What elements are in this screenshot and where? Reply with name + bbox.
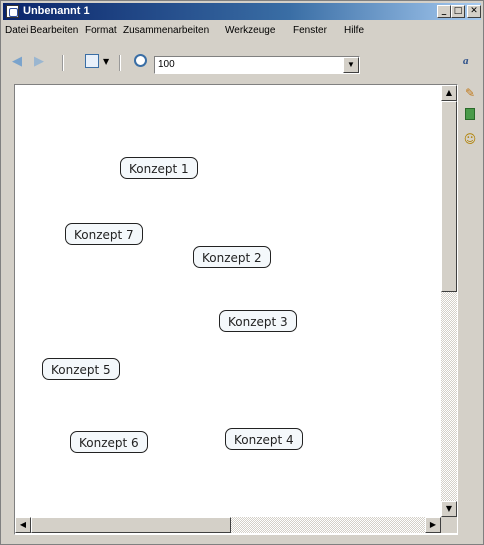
close-button[interactable]: ✕ [467, 5, 481, 18]
menu-format[interactable]: Format [85, 25, 117, 36]
toolbar: ◀ ▶ ▼ 100 ▼ a [3, 47, 481, 77]
window-title: Unbenannt 1 [23, 5, 90, 17]
collaboration-icon[interactable]: ☺ [462, 131, 478, 147]
title-bar[interactable]: Unbenannt 1 _ □ ✕ [3, 3, 481, 20]
chevron-down-icon[interactable]: ▼ [103, 57, 109, 66]
font-size-icon[interactable]: a [463, 55, 469, 67]
notes-icon[interactable] [465, 108, 475, 120]
toolbar-separator [62, 55, 64, 71]
toolbar-separator [119, 55, 121, 71]
zoom-icon[interactable] [134, 54, 147, 67]
zoom-value: 100 [158, 59, 175, 70]
menu-werkzeuge[interactable]: Werkzeuge [225, 25, 275, 36]
menu-fenster[interactable]: Fenster [293, 25, 327, 36]
forward-arrow-icon[interactable]: ▶ [34, 54, 44, 69]
back-arrow-icon[interactable]: ◀ [12, 54, 22, 69]
concept-map-canvas[interactable]: Konzept 1 Konzept 7 Konzept 2 Konzept 3 … [14, 84, 458, 535]
minimize-button[interactable]: _ [437, 5, 451, 18]
app-window: Unbenannt 1 _ □ ✕ Datei Bearbeiten Forma… [0, 0, 484, 545]
app-icon[interactable] [6, 5, 19, 18]
style-palette-icon[interactable]: ✎ [462, 85, 478, 101]
vertical-scrollbar[interactable]: ▲ ▼ [441, 85, 457, 517]
menu-datei[interactable]: Datei [5, 25, 28, 36]
concept-node[interactable]: Konzept 6 [70, 431, 148, 453]
concept-node[interactable]: Konzept 1 [120, 157, 198, 179]
vertical-scroll-thumb[interactable] [441, 101, 457, 292]
menu-zusammenarbeiten[interactable]: Zusammenarbeiten [123, 25, 209, 36]
maximize-button[interactable]: □ [451, 5, 465, 18]
zoom-input[interactable]: 100 ▼ [154, 56, 360, 74]
concept-node[interactable]: Konzept 7 [65, 223, 143, 245]
scroll-up-button[interactable]: ▲ [441, 85, 457, 101]
scroll-down-button[interactable]: ▼ [441, 501, 457, 517]
menu-hilfe[interactable]: Hilfe [344, 25, 364, 36]
horizontal-scrollbar[interactable]: ◀ ▶ [15, 517, 441, 533]
concept-node[interactable]: Konzept 2 [193, 246, 271, 268]
menu-bar: Datei Bearbeiten Format Zusammenarbeiten… [3, 22, 481, 40]
scroll-left-button[interactable]: ◀ [15, 517, 31, 533]
horizontal-scroll-thumb[interactable] [31, 517, 231, 533]
scrollbar-corner [441, 517, 457, 533]
concept-node[interactable]: Konzept 4 [225, 428, 303, 450]
menu-bearbeiten[interactable]: Bearbeiten [30, 25, 78, 36]
map-view-icon[interactable] [85, 54, 99, 68]
zoom-dropdown-button[interactable]: ▼ [343, 57, 359, 73]
concept-node[interactable]: Konzept 5 [42, 358, 120, 380]
concept-node[interactable]: Konzept 3 [219, 310, 297, 332]
scroll-right-button[interactable]: ▶ [425, 517, 441, 533]
